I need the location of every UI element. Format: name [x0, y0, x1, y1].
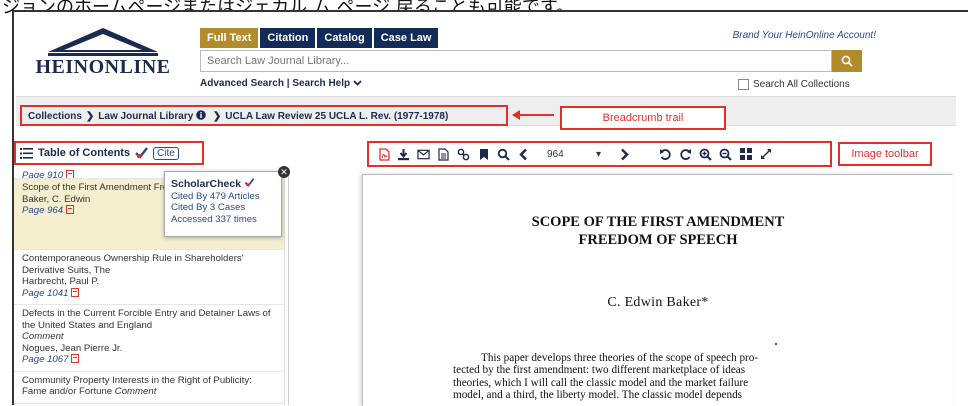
- rotate-left-icon[interactable]: [659, 148, 672, 161]
- search-help-link[interactable]: Search Help: [292, 78, 350, 89]
- logo-temple-icon: [48, 28, 158, 56]
- search-button[interactable]: [832, 50, 862, 72]
- close-icon[interactable]: ✕: [278, 166, 290, 178]
- list-item[interactable]: Contemporaneous Ownership Rule in Shareh…: [14, 250, 284, 305]
- toc-item-page: Page 910: [22, 170, 64, 179]
- list-item[interactable]: Community Property Interests in the Righ…: [14, 372, 284, 404]
- toc-item-subtitle: Comment: [114, 386, 157, 397]
- breadcrumb-trail-callout: Breadcrumb trail: [560, 106, 726, 130]
- accessed-count: Accessed 337 times: [171, 213, 257, 225]
- annotation-arrow-line: [518, 114, 554, 116]
- document-body-line: theories, which I will call the classic …: [453, 376, 749, 389]
- document-mark: [775, 343, 777, 345]
- tab-citation[interactable]: Citation: [260, 28, 316, 48]
- search-all-collections[interactable]: Search All Collections: [738, 79, 850, 90]
- document-body-line: tected by the first amendment: two diffe…: [453, 364, 746, 377]
- list-icon: [20, 147, 33, 159]
- document-title-line: SCOPE OF THE FIRST AMENDMENT: [531, 214, 785, 230]
- toc-item-author: Harbrecht, Paul P.: [22, 276, 100, 287]
- page-select[interactable]: 964 ▾: [543, 149, 605, 160]
- bookmark-icon[interactable]: [477, 148, 490, 161]
- document-author: C. Edwin Baker*: [607, 295, 709, 310]
- page-number: 964: [547, 148, 564, 160]
- search-links: Advanced Search | Search Help: [200, 78, 362, 89]
- zoom-out-icon[interactable]: [719, 148, 732, 161]
- scholarcheck-title: ScholarCheck: [171, 178, 275, 191]
- pdf-icon[interactable]: [377, 147, 390, 161]
- scholarcheck-icon: [244, 178, 255, 187]
- search-all-label: Search All Collections: [753, 79, 850, 90]
- search-input[interactable]: [200, 50, 832, 72]
- pdf-icon[interactable]: [71, 287, 80, 297]
- pdf-icon[interactable]: [66, 205, 75, 214]
- cited-by-articles-link[interactable]: Cited By 479 Articles: [171, 191, 275, 203]
- next-page-icon[interactable]: [618, 148, 631, 161]
- document-viewer[interactable]: SCOPE OF THE FIRST AMENDMENT FREEDOM OF …: [362, 174, 953, 406]
- download-icon[interactable]: [397, 148, 410, 161]
- image-toolbar: 964 ▾: [367, 141, 832, 167]
- breadcrumb-ucla-law-review[interactable]: UCLA Law Review 25 UCLA L. Rev. (1977-19…: [225, 111, 448, 122]
- chevron-down-icon[interactable]: [353, 80, 362, 86]
- tab-catalog[interactable]: Catalog: [317, 28, 372, 48]
- document-body-line: model, and a third, the liberty model. T…: [453, 389, 743, 402]
- zoom-in-icon[interactable]: [699, 148, 712, 161]
- tab-case-law[interactable]: Case Law: [373, 28, 439, 48]
- toc-item-page[interactable]: Page 1041: [22, 288, 68, 299]
- cited-by-cases-link[interactable]: Cited By 3 Cases: [171, 202, 275, 214]
- scholarcheck-icon[interactable]: [135, 147, 149, 159]
- advanced-search-link[interactable]: Advanced Search: [200, 78, 284, 89]
- dropdown-arrow-icon: ▾: [595, 148, 601, 160]
- breadcrumb-law-journal-library[interactable]: Law Journal Library: [98, 111, 193, 122]
- chevron-right-icon: ❯: [85, 111, 95, 122]
- pdf-icon[interactable]: [66, 170, 75, 178]
- text-icon[interactable]: [437, 147, 450, 161]
- info-icon[interactable]: [196, 110, 206, 120]
- toc-item-title[interactable]: Defects in the Current Forcible Entry an…: [22, 308, 278, 331]
- search-tabs: Full Text Citation Catalog Case Law: [200, 28, 439, 48]
- image-toolbar-callout: Image toolbar: [838, 142, 932, 166]
- document-body: This paper develops three theories of th…: [453, 352, 853, 402]
- breadcrumb-collections[interactable]: Collections: [28, 111, 82, 122]
- document-title-line: FREEDOM OF SPEECH: [578, 232, 738, 248]
- toc-item-title[interactable]: Contemporaneous Ownership Rule in Shareh…: [22, 253, 278, 276]
- fullscreen-icon[interactable]: [759, 148, 772, 161]
- prev-page-icon[interactable]: [517, 148, 530, 161]
- list-item[interactable]: Defects in the Current Forcible Entry an…: [14, 305, 284, 372]
- search-icon: [841, 55, 853, 67]
- email-icon[interactable]: [417, 148, 430, 161]
- chevron-right-icon: ❯: [212, 111, 222, 122]
- toc-item-page[interactable]: Page 964: [22, 205, 63, 216]
- toc-title: Table of Contents: [38, 147, 131, 159]
- search-icon[interactable]: [497, 148, 510, 161]
- pdf-icon[interactable]: [71, 354, 80, 363]
- toc-header: Table of Contents Cite: [14, 141, 204, 165]
- document-body-line: This paper develops three theories of th…: [481, 352, 759, 364]
- cite-button[interactable]: Cite: [153, 146, 179, 160]
- thumbnails-icon[interactable]: [739, 148, 752, 161]
- breadcrumb: Collections ❯ Law Journal Library ❯ UCLA La…: [20, 105, 508, 126]
- brand-account-link[interactable]: Brand Your HeinOnline Account!: [733, 30, 876, 41]
- link-separator: |: [286, 78, 290, 89]
- toc-item-page[interactable]: Page 1067: [22, 354, 68, 365]
- toc-item-subtitle: Comment: [22, 331, 64, 342]
- heinonline-logo[interactable]: HEINONLINE: [28, 26, 178, 84]
- search-all-checkbox[interactable]: [738, 79, 749, 90]
- panel-divider: [288, 170, 289, 405]
- document-title: SCOPE OF THE FIRST AMENDMENT FREEDOM OF …: [363, 213, 953, 249]
- link-icon[interactable]: [457, 148, 470, 161]
- logo-text: HEINONLINE: [35, 56, 171, 78]
- rotate-right-icon[interactable]: [679, 148, 692, 161]
- toc-item-author: Nogues, Jean Pierre Jr.: [22, 342, 123, 354]
- tab-full-text[interactable]: Full Text: [200, 28, 259, 48]
- scholarcheck-popover: ScholarCheck Cited By 479 Articles Cited…: [164, 171, 282, 237]
